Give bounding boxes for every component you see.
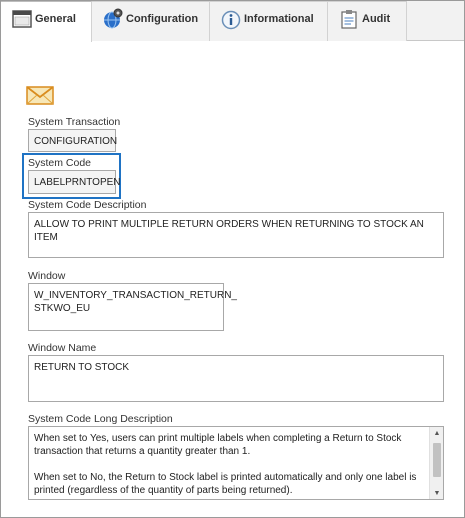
system-code-long-description-field[interactable]: When set to Yes, users can print multipl… [28, 426, 444, 500]
tab-audit[interactable]: Audit [328, 1, 407, 41]
tab-informational[interactable]: Informational [210, 1, 328, 41]
system-code-description-label: System Code Description [28, 199, 147, 211]
tab-audit-label: Audit [362, 13, 391, 25]
long-description-text: When set to Yes, users can print multipl… [29, 427, 429, 499]
scroll-down-arrow-icon[interactable]: ▼ [430, 487, 443, 499]
tab-general[interactable]: General [1, 1, 92, 42]
vertical-scrollbar[interactable]: ▲ ▼ [429, 427, 443, 499]
tab-general-label: General [35, 13, 76, 25]
window-field[interactable]: W_INVENTORY_TRANSACTION_RETURN_ STKWO_EU [28, 283, 237, 331]
system-transaction-label: System Transaction [28, 116, 121, 128]
window-name-field[interactable]: RETURN TO STOCK [28, 355, 444, 402]
window-field-line-2: STKWO_EU [34, 303, 91, 314]
system-transaction-field[interactable]: CONFIGURATION [28, 129, 117, 152]
general-tab-content: System Transaction CONFIGURATION System … [1, 42, 464, 517]
scroll-up-arrow-icon[interactable]: ▲ [430, 427, 443, 439]
system-code-description-field[interactable]: ALLOW TO PRINT MULTIPLE RETURN ORDERS WH… [28, 212, 444, 258]
window-name-label: Window Name [28, 342, 97, 354]
system-code-field[interactable]: LABELPRNTOPEN [28, 170, 121, 194]
scroll-thumb[interactable] [433, 443, 441, 477]
tab-configuration-label: Configuration [126, 13, 199, 25]
tab-informational-label: Informational [244, 13, 314, 25]
system-code-label: System Code [28, 157, 92, 169]
system-code-panel: General Configuration Informational Audi… [0, 0, 465, 518]
tab-strip: General Configuration Informational Audi… [1, 1, 464, 42]
window-field-line-1: W_INVENTORY_TRANSACTION_RETURN_ [34, 290, 237, 301]
tab-configuration[interactable]: Configuration [92, 1, 210, 41]
long-description-paragraph-1: When set to Yes, users can print multipl… [34, 433, 402, 457]
window-icon [12, 10, 32, 28]
window-label: Window [28, 270, 66, 282]
long-description-paragraph-2: When set to No, the Return to Stock labe… [34, 472, 417, 496]
system-code-long-description-label: System Code Long Description [28, 413, 173, 425]
envelope-icon [26, 86, 54, 105]
clipboard-icon [341, 10, 357, 29]
info-icon [221, 10, 241, 30]
gear-globe-icon [104, 8, 123, 29]
